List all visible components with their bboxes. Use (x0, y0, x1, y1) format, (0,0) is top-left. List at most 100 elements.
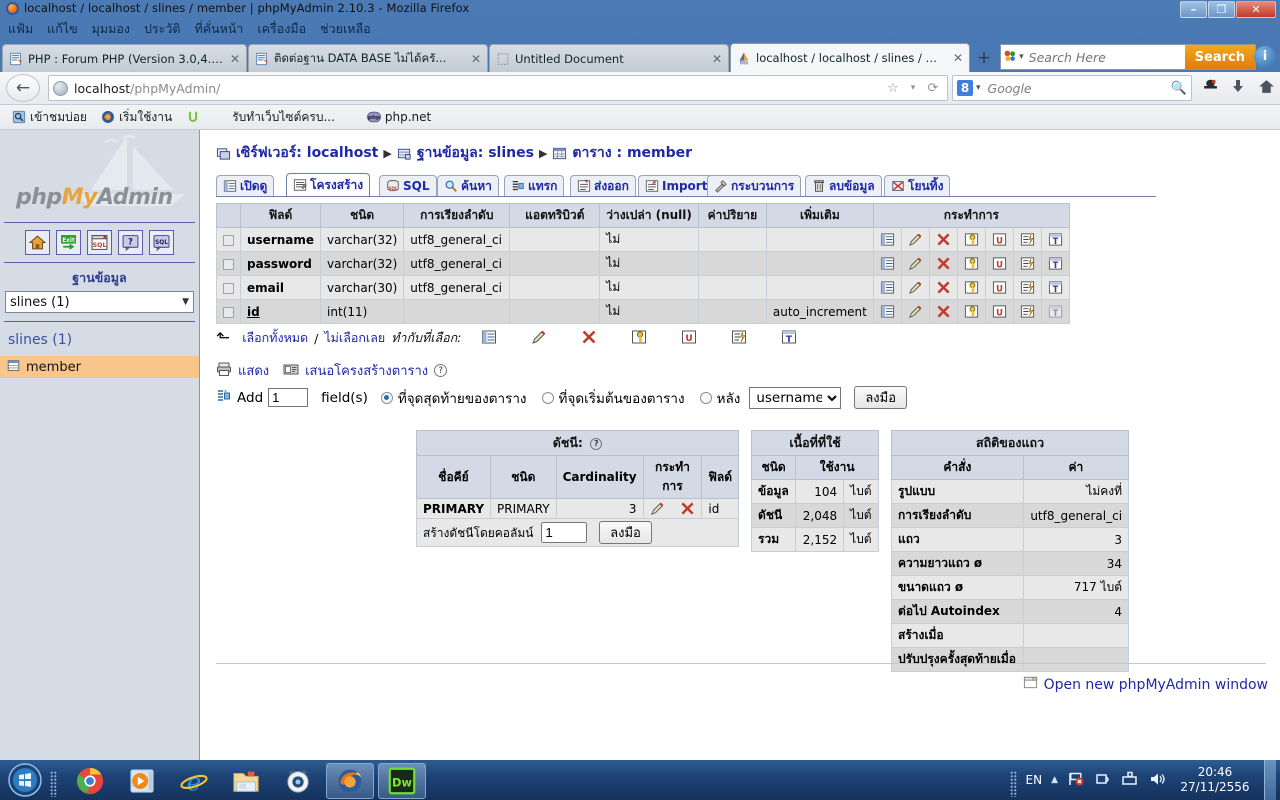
download-icon[interactable] (1224, 78, 1252, 98)
primary-key-icon[interactable] (631, 329, 647, 348)
cell-action-index-icon[interactable] (1013, 252, 1041, 276)
drop-x-icon[interactable] (936, 280, 951, 295)
bookmark-phpnet[interactable]: php php.net (363, 109, 435, 125)
tab-operations[interactable]: กระบวนการ (707, 175, 801, 196)
primary-key-icon[interactable] (964, 256, 979, 271)
menu-tools[interactable]: เครื่องมือ (257, 19, 306, 39)
create-index-button[interactable]: ลงมือ (599, 521, 652, 544)
cell-action-fulltext-icon[interactable]: T (1041, 252, 1069, 276)
sidebar-item-member[interactable]: member (0, 356, 199, 378)
cell-action-edit-pencil-icon[interactable] (901, 300, 929, 324)
cell-action-drop-x-icon[interactable] (929, 276, 957, 300)
search-provider-icon[interactable] (1001, 49, 1019, 66)
help-icon[interactable]: ? (434, 364, 447, 377)
taskbar-item-internet-explorer[interactable]: e (170, 763, 218, 799)
row-checkbox[interactable] (223, 235, 234, 246)
cell-action-browse-icon[interactable] (873, 276, 901, 300)
sql-query-icon[interactable]: SQL (149, 230, 174, 255)
help-icon[interactable]: ? (590, 438, 602, 450)
row-checkbox[interactable] (223, 307, 234, 318)
ad-block-icon[interactable] (1196, 78, 1224, 99)
menu-help[interactable]: ช่วยเหลือ (320, 19, 371, 39)
browser-tab-4-active[interactable]: PMA localhost / localhost / slines / mem… (730, 43, 970, 72)
bookmark-star-icon[interactable]: ☆ (883, 81, 903, 96)
cell-action-primary-key-icon[interactable] (957, 300, 985, 324)
tab-close-icon[interactable]: ✕ (471, 52, 481, 66)
row-checkbox[interactable] (223, 259, 234, 270)
check-all-link[interactable]: เลือกทั้งหมด (242, 328, 308, 348)
show-desktop-button[interactable] (1264, 760, 1276, 800)
col-extra[interactable]: เพิ่มเติม (766, 204, 873, 228)
fulltext-icon[interactable]: T (1048, 232, 1063, 247)
radio-after-field[interactable] (700, 392, 712, 404)
database-select[interactable]: slines (1) ▼ (5, 291, 194, 313)
edit-pencil-icon[interactable] (908, 232, 923, 247)
tab-empty[interactable]: ลบข้อมูล (805, 175, 882, 196)
col-field[interactable]: ฟิลด์ (241, 204, 321, 228)
breadcrumb-database[interactable]: ฐานข้อมูล: slines (417, 142, 534, 164)
unique-icon[interactable]: U (681, 329, 697, 348)
cell-action-fulltext-icon[interactable]: T (1041, 228, 1069, 252)
primary-key-icon[interactable] (964, 304, 979, 319)
chevron-down-icon[interactable]: ▼ (182, 297, 189, 307)
url-bar[interactable]: localhost/phpMyAdmin/ ☆ ▾ ⟳ (48, 75, 948, 101)
edit-pencil-icon[interactable] (908, 304, 923, 319)
primary-key-icon[interactable] (964, 280, 979, 295)
drop-x-icon[interactable] (936, 304, 951, 319)
taskbar-item-chrome[interactable] (66, 763, 114, 799)
google-icon[interactable]: 8 (957, 80, 973, 96)
add-field-go-button[interactable]: ลงมือ (854, 386, 907, 409)
taskbar-item-webcam[interactable] (274, 763, 322, 799)
start-button[interactable] (2, 760, 48, 800)
drop-x-icon[interactable] (581, 329, 597, 348)
search-chevron-icon[interactable]: ▾ (1019, 52, 1024, 62)
index-icon[interactable] (1020, 304, 1035, 319)
cell-action-edit-pencil-icon[interactable] (901, 276, 929, 300)
cell-action-browse-icon[interactable] (873, 252, 901, 276)
toolbar-search-box[interactable]: ▾ Search (1000, 44, 1256, 70)
language-indicator[interactable]: EN (1026, 773, 1043, 787)
unique-icon[interactable]: U (992, 232, 1007, 247)
breadcrumb-table[interactable]: ตาราง : member (572, 142, 692, 164)
search-input[interactable] (1027, 46, 1185, 68)
cell-action-unique-icon[interactable]: U (985, 276, 1013, 300)
bookmark-u-icon-item[interactable] (182, 109, 208, 125)
create-index-count-input[interactable] (541, 522, 587, 543)
breadcrumb-server[interactable]: เซิร์ฟเวอร์: localhost (236, 142, 378, 164)
tray-expand-icon[interactable]: ▲ (1051, 775, 1058, 785)
cell-action-index-icon[interactable] (1013, 276, 1041, 300)
cell-action-primary-key-icon[interactable] (957, 228, 985, 252)
menu-history[interactable]: ประวัติ (144, 19, 181, 39)
chevron-down-icon[interactable]: ▾ (903, 83, 923, 93)
index-icon[interactable] (1020, 280, 1035, 295)
primary-key-icon[interactable] (964, 232, 979, 247)
action-center-icon[interactable] (1094, 770, 1112, 791)
menu-bar[interactable]: แฟ้ม แก้ไข มุมมอง ประวัติ ที่คั่นหน้า เค… (0, 16, 1280, 42)
drop-x-icon[interactable] (680, 501, 695, 516)
tab-insert[interactable]: แทรก (504, 175, 564, 196)
cell-action-unique-icon[interactable]: U (985, 300, 1013, 324)
fulltext-icon[interactable]: T (1048, 304, 1063, 319)
network-flag-icon[interactable] (1067, 770, 1085, 791)
browser-tab-1[interactable]: PHP : Forum PHP (Version 3.0,4.0,5.... ✕ (2, 44, 247, 72)
edit-pencil-icon[interactable] (908, 280, 923, 295)
row-checkbox-cell[interactable] (217, 228, 241, 252)
row-checkbox[interactable] (223, 283, 234, 294)
removable-media-icon[interactable] (1121, 770, 1139, 791)
reload-icon[interactable]: ⟳ (923, 81, 943, 96)
cell-action-browse-icon[interactable] (873, 228, 901, 252)
index-icon[interactable] (1020, 256, 1035, 271)
add-field-count-input[interactable] (268, 388, 308, 407)
fulltext-icon[interactable]: T (1048, 256, 1063, 271)
cell-action-primary-key-icon[interactable] (957, 276, 985, 300)
taskbar-item-media-player[interactable] (118, 763, 166, 799)
home-icon[interactable] (25, 230, 50, 255)
after-field-select[interactable]: username (749, 387, 841, 409)
bookmark-getting-started[interactable]: เริ่มใช้งาน (97, 107, 176, 128)
edit-pencil-icon[interactable] (908, 256, 923, 271)
index-icon[interactable] (1020, 232, 1035, 247)
browser-tab-3[interactable]: Untitled Document ✕ (489, 44, 729, 72)
menu-edit[interactable]: แก้ไข (47, 19, 77, 39)
current-database-label[interactable]: slines (1) (0, 322, 199, 356)
index-icon[interactable] (731, 329, 747, 348)
